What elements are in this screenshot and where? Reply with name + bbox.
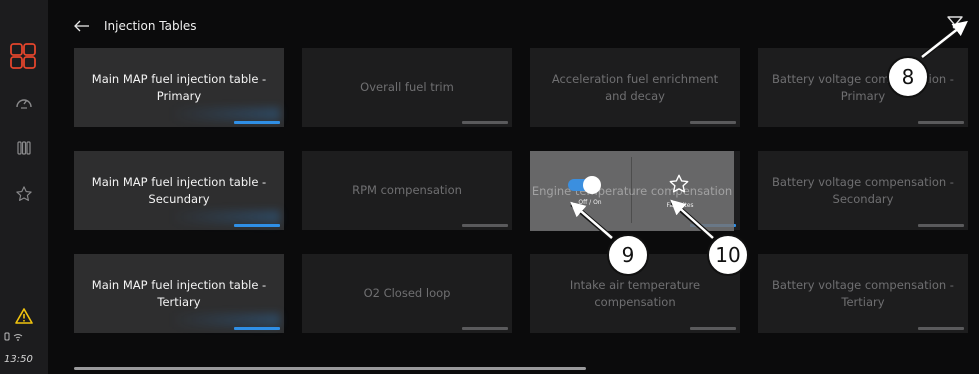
tile-label: RPM compensation <box>352 183 462 198</box>
filter-icon[interactable] <box>946 14 964 32</box>
horizontal-scrollbar[interactable] <box>74 367 586 370</box>
on-off-toggle[interactable] <box>568 176 601 194</box>
tile-indicator <box>234 327 280 330</box>
tile-main-map-primary[interactable]: Main MAP fuel injection table - Primary <box>74 48 284 127</box>
toggle-knob[interactable] <box>583 176 601 194</box>
tile-acceleration-enrichment[interactable]: Acceleration fuel enrichment and decay <box>530 48 740 127</box>
tile-indicator <box>462 224 508 227</box>
tile-options-popup: Engine temperature compensation Off / On… <box>530 151 734 231</box>
tile-indicator <box>234 121 280 124</box>
tile-glow <box>170 313 280 327</box>
tile-main-map-secundary[interactable]: Main MAP fuel injection table - Secundar… <box>74 151 284 230</box>
clock: 13:50 <box>4 354 33 365</box>
tile-label: Acceleration fuel enrichment and decay <box>551 71 719 103</box>
tile-indicator <box>918 224 964 227</box>
tile-indicator <box>462 121 508 124</box>
star-outline-icon[interactable] <box>0 176 48 212</box>
tile-rpm-compensation[interactable]: RPM compensation <box>302 151 512 230</box>
sidebar: 13:50 <box>0 0 48 374</box>
page-header: Injection Tables <box>74 14 197 38</box>
tile-label: O2 Closed loop <box>363 286 451 301</box>
tile-glow <box>170 210 280 224</box>
tile-battery-secondary[interactable]: Battery voltage compensation - Secondary <box>758 151 968 230</box>
columns-icon[interactable] <box>0 130 48 166</box>
tile-battery-primary[interactable]: Battery voltage compensation - Primary <box>758 48 968 127</box>
gauge-icon[interactable] <box>0 84 48 120</box>
status-icons <box>4 332 26 344</box>
tile-label: Main MAP fuel injection table - Secundar… <box>91 174 267 206</box>
tile-indicator <box>462 327 508 330</box>
popup-divider <box>631 157 632 223</box>
tile-label: Intake air temperature compensation <box>569 277 701 309</box>
tile-label: Overall fuel trim <box>360 80 454 95</box>
tile-overall-fuel-trim[interactable]: Overall fuel trim <box>302 48 512 127</box>
tile-label: Main MAP fuel injection table - Tertiary <box>91 277 267 309</box>
callout-8: 8 <box>887 56 929 98</box>
grid-apps-icon[interactable] <box>0 38 48 74</box>
callout-10: 10 <box>707 234 749 276</box>
page-title: Injection Tables <box>104 19 197 33</box>
tile-battery-tertiary[interactable]: Battery voltage compensation - Tertiary <box>758 254 968 333</box>
back-arrow-icon[interactable] <box>74 16 96 36</box>
favorite-star-icon[interactable] <box>668 173 690 195</box>
tile-indicator <box>690 327 736 330</box>
tile-o2-closed-loop[interactable]: O2 Closed loop <box>302 254 512 333</box>
tile-label: Engine temperature compensation <box>531 184 733 198</box>
favorites-label: Favorites <box>666 202 694 209</box>
callout-9: 9 <box>607 234 649 276</box>
tile-main-map-tertiary[interactable]: Main MAP fuel injection table - Tertiary <box>74 254 284 333</box>
toggle-label: Off / On <box>578 199 602 206</box>
tile-label: Battery voltage compensation - Secondary <box>772 174 954 206</box>
tile-indicator <box>690 121 736 124</box>
tile-indicator <box>918 327 964 330</box>
warning-icon[interactable] <box>0 298 48 334</box>
tile-label: Main MAP fuel injection table - Primary <box>91 71 267 103</box>
tile-indicator <box>234 224 280 227</box>
tile-glow <box>170 107 280 121</box>
tile-label: Battery voltage compensation - Tertiary <box>772 277 954 309</box>
tile-indicator <box>918 121 964 124</box>
